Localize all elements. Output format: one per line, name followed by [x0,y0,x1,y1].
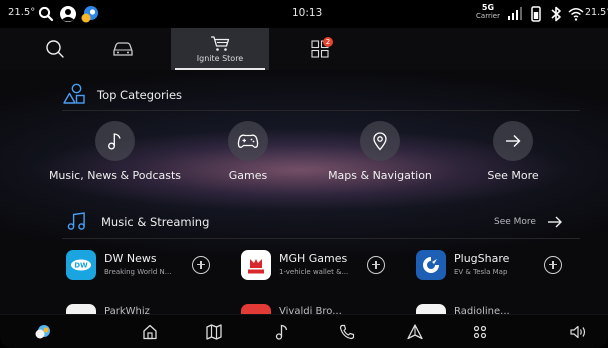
app-card-dw-news[interactable]: DW DW News Breaking World N... [66,244,216,288]
category-games-label: Games [228,169,268,182]
store-tab-label: Ignite Store [196,54,244,63]
parkwhiz-app-icon [66,304,96,314]
category-games-button[interactable] [228,121,268,161]
category-music-button[interactable] [95,121,135,161]
partial-app-name: Radioline... [454,306,510,314]
category-see-more-button[interactable] [493,121,533,161]
network-indicator: 5G Carrier [473,3,503,21]
signal-icon [508,7,522,20]
category-maps-button[interactable] [360,121,400,161]
store-content: Top Categories Music, News & Podcasts Ga… [0,70,608,314]
tab-store[interactable]: Ignite Store [171,28,269,70]
section-divider [62,238,580,239]
assistant-icon[interactable] [34,324,52,340]
add-app-button[interactable] [544,256,562,274]
app-card-mgh-games[interactable]: MGH Games 1-vehicle wallet &... [241,244,391,288]
music-note-icon [108,133,121,150]
apps-button[interactable] [469,321,491,343]
section-divider [62,110,580,111]
category-see-more-label: See More [487,169,539,182]
phone-battery-icon [531,6,541,22]
home-icon [143,324,157,340]
music-button[interactable] [271,321,293,343]
music-streaming-icon [67,212,85,230]
car-icon [113,42,133,56]
temperature-left: 21.5° [8,7,36,18]
apps-icon [473,325,487,339]
clock: 10:13 [292,7,323,19]
see-more-arrow-icon[interactable] [546,214,564,230]
map-icon [206,324,222,340]
cart-icon [211,36,230,51]
top-categories-title: Top Categories [97,88,183,102]
app-subtitle: Breaking World N... [104,268,172,276]
home-button[interactable] [139,321,161,343]
bottom-dock [0,314,608,348]
tab-vehicle[interactable] [98,28,148,70]
music-streaming-title: Music & Streaming [101,215,210,229]
search-icon[interactable] [36,4,56,24]
category-music-label: Music, News & Podcasts [48,169,182,182]
top-navigation: Ignite Store 2 [0,28,608,70]
bluetooth-icon [551,6,561,22]
assistant-icon[interactable] [80,4,100,24]
app-name: DW News [104,252,157,265]
map-button[interactable] [203,321,225,343]
nav-arrow-icon [407,324,423,340]
temperature-right: 21.5° [585,7,608,18]
app-subtitle: EV & Tesla Map [454,268,508,276]
gamepad-icon [237,134,259,148]
categories-icon [63,83,85,104]
tab-apps[interactable]: 2 [300,28,340,70]
plugshare-app-icon [416,250,446,280]
profile-icon[interactable] [58,4,78,24]
arrow-right-icon [506,135,521,147]
svg-text:DW: DW [74,262,88,270]
wifi-icon [568,8,584,21]
mgh-games-app-icon [241,250,271,280]
radioline-app-icon [416,304,446,314]
tab-search[interactable] [30,28,80,70]
infotainment-screen: 21.5° 10:13 5G Carrier 21.5 Ignite Store… [0,0,608,348]
search-icon [46,40,64,58]
volume-icon [570,325,586,339]
app-card-plugshare[interactable]: PlugShare EV & Tesla Map [416,244,566,288]
partial-app-name: ParkWhiz [104,306,150,314]
partial-app-name: Vivaldi Bro... [279,306,342,314]
vivaldi-app-icon [241,304,271,314]
map-pin-icon [373,132,387,151]
phone-icon [339,324,355,340]
navigation-button[interactable] [404,321,426,343]
music-icon [275,324,288,340]
add-app-button[interactable] [192,256,210,274]
network-type: 5G [481,3,495,12]
app-name: MGH Games [279,252,348,265]
carrier-name: Carrier [476,12,500,20]
dw-news-app-icon: DW [66,250,96,280]
notification-badge: 2 [323,37,333,47]
app-subtitle: 1-vehicle wallet &... [279,268,349,276]
add-app-button[interactable] [367,256,385,274]
category-maps-label: Maps & Navigation [328,169,432,182]
see-more-link[interactable]: See More [494,217,536,227]
volume-button[interactable] [568,321,590,343]
phone-button[interactable] [336,321,358,343]
status-bar: 21.5° 10:13 5G Carrier 21.5 [0,0,608,28]
app-name: PlugShare [454,252,510,265]
